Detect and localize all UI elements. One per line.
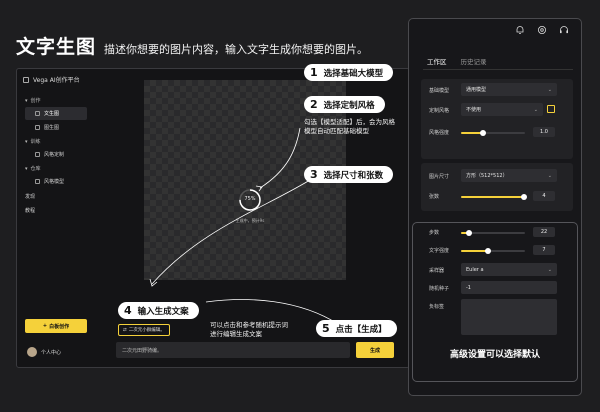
chevron-down-icon: ⌄: [547, 266, 552, 273]
custom-style-select[interactable]: 不使用 ⌄: [461, 103, 543, 116]
callout-step-3: 3 选择尺寸和张数: [304, 166, 394, 183]
tab-divider: [423, 69, 573, 70]
base-model-select[interactable]: 通用模型 ⌄: [461, 83, 557, 96]
steps-slider[interactable]: [461, 230, 525, 236]
gear-icon[interactable]: [537, 25, 547, 35]
text-strength-thumb[interactable]: [484, 248, 491, 254]
image-size-select[interactable]: 方形（512*512） ⌄: [461, 169, 557, 182]
text-strength-fill: [461, 250, 488, 252]
text-strength-slider[interactable]: [461, 248, 525, 254]
bell-icon[interactable]: [515, 25, 525, 35]
model-adapt-icon[interactable]: [547, 105, 555, 113]
count-thumb[interactable]: [520, 194, 527, 200]
panel-tabs: 工作区 历史记录: [427, 56, 487, 70]
callout-step-5: 5 点击【生成】: [316, 320, 397, 337]
chevron-down-icon: ⌄: [547, 172, 552, 179]
settings-panel: 工作区 历史记录 基础模型 通用模型 ⌄ 定制风格 不使用 ⌄ 风格强度 1.0 图…: [408, 18, 582, 396]
text-strength-value[interactable]: 7: [533, 245, 555, 255]
callout-step-1: 1 选择基础大模型: [304, 64, 394, 81]
style-strength-slider[interactable]: [461, 130, 525, 136]
count-fill: [461, 196, 524, 198]
advanced-caption: 高级设置可以选择默认: [449, 350, 540, 360]
chevron-down-icon: ⌄: [533, 106, 538, 113]
style-strength-value[interactable]: 1.0: [533, 127, 555, 137]
steps-thumb[interactable]: [465, 230, 472, 236]
callout-step-2: 2 选择定制风格: [304, 96, 385, 113]
callout-step-4: 4 输入生成文案: [118, 302, 199, 319]
tab-workspace[interactable]: 工作区: [427, 56, 447, 70]
panel-toolbar: [515, 25, 569, 35]
steps-value[interactable]: 22: [533, 227, 555, 237]
sampler-select[interactable]: Euler a ⌄: [461, 263, 557, 276]
chevron-down-icon: ⌄: [547, 86, 552, 93]
count-value[interactable]: 4: [533, 191, 555, 201]
negative-prompt-textarea[interactable]: [461, 299, 557, 335]
tab-history[interactable]: 历史记录: [461, 56, 487, 70]
prompt-note: 可以点击和参考随机提示词 进行编辑生成文案: [210, 321, 288, 339]
seed-input[interactable]: -1: [461, 281, 557, 294]
count-slider[interactable]: [461, 194, 527, 200]
style-note: 勾选【模型适配】后，会为风格 模型自动匹配基础模型: [304, 118, 395, 136]
headset-icon[interactable]: [559, 25, 569, 35]
